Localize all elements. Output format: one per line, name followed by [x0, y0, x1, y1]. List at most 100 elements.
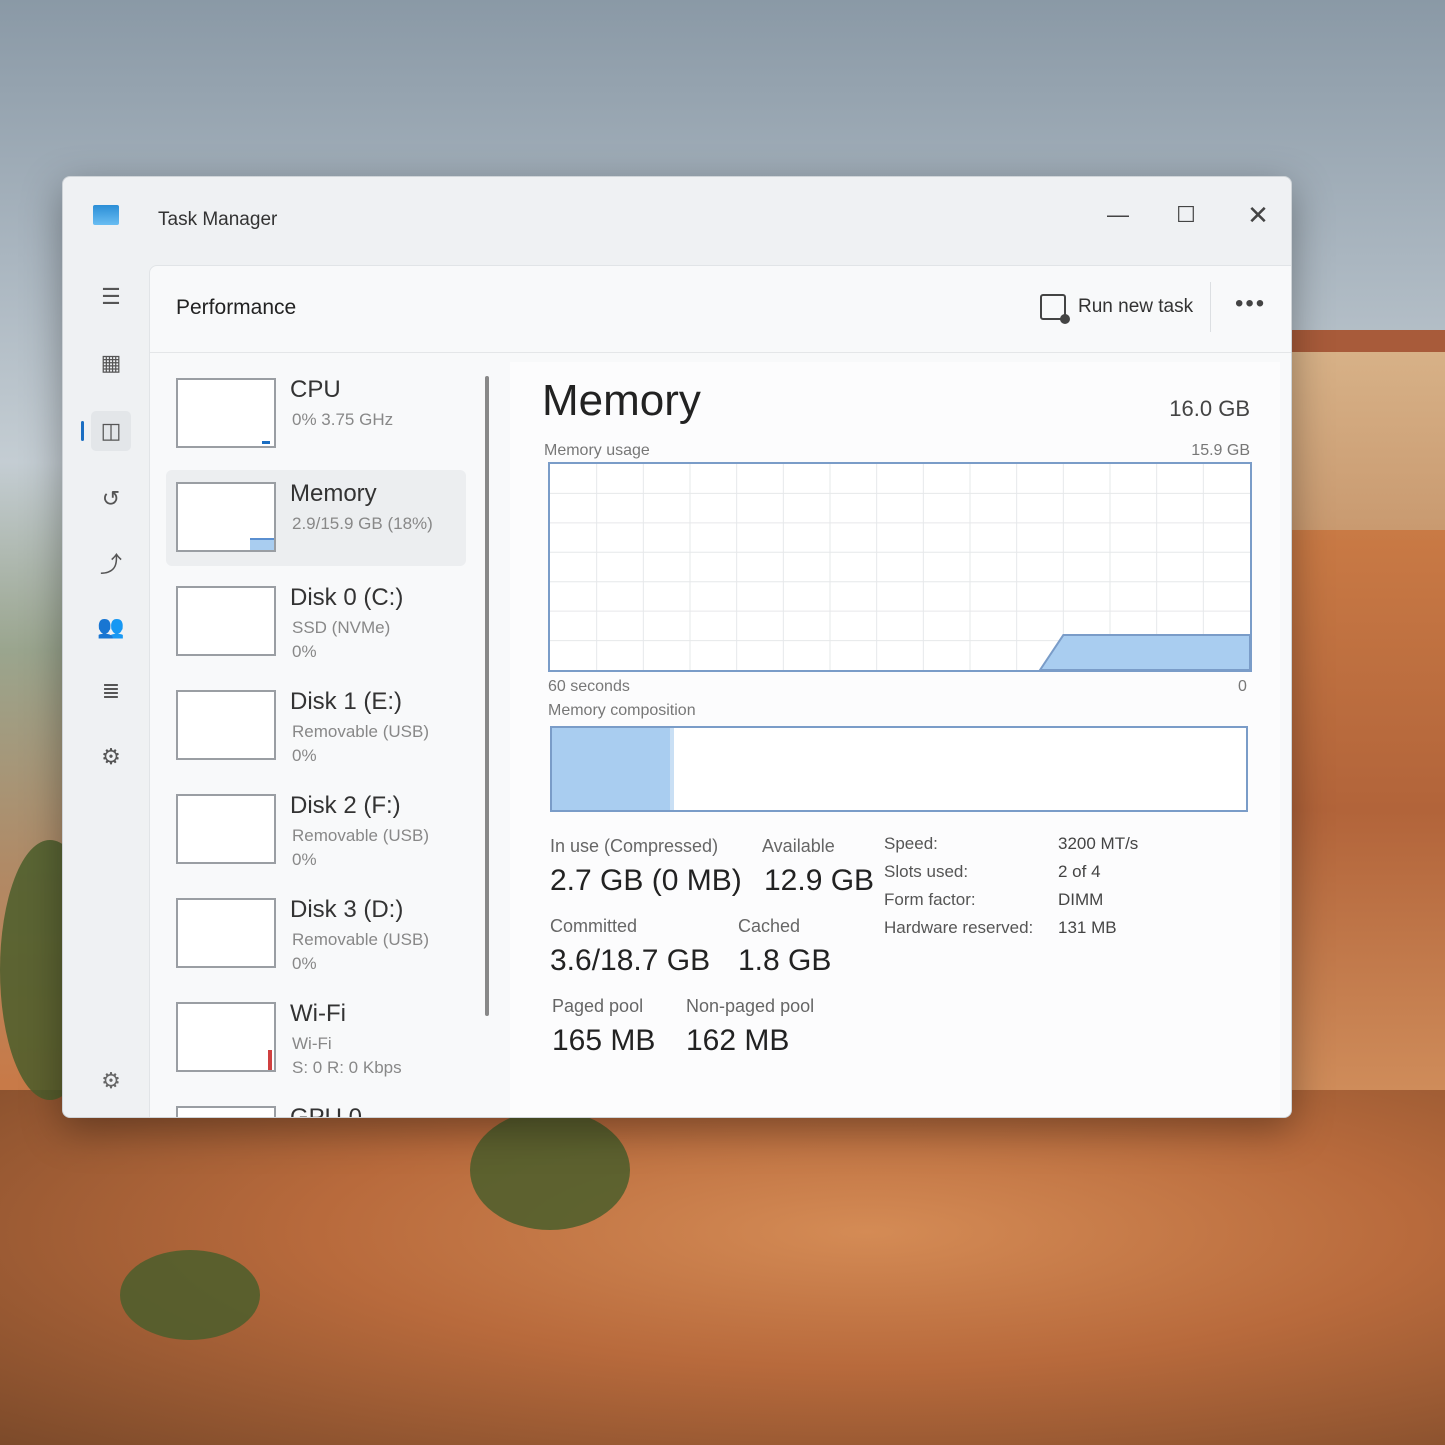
device-thumbnail — [176, 690, 276, 760]
memory-thumb-fill — [250, 538, 274, 550]
page-title: Performance — [176, 296, 297, 319]
paged-pool-label: Paged pool — [552, 996, 644, 1016]
device-subtitle: 0% 3.75 GHz — [292, 408, 393, 432]
device-thumbnail — [176, 794, 276, 864]
property-key: Speed: — [884, 834, 938, 853]
device-subtitle: SSD (NVMe) 0% — [292, 616, 390, 664]
hamburger-icon: ☰ — [101, 284, 121, 309]
device-name: Disk 1 (E:) — [290, 688, 403, 715]
panel-header: Performance Run new task ••• — [150, 266, 1291, 353]
device-subtitle-line: Removable (USB) — [292, 930, 429, 949]
nav-item-details[interactable]: ≣ — [91, 671, 131, 711]
nav-item-processes[interactable]: ▦ — [91, 343, 131, 383]
device-name: CPU — [290, 376, 341, 403]
device-item[interactable]: CPU 0% 3.75 GHz — [166, 366, 466, 462]
nav-settings[interactable]: ⚙ — [91, 1061, 131, 1101]
device-thumbnail — [176, 898, 276, 968]
device-subtitle: Removable (USB) 0% — [292, 824, 429, 872]
maximize-button[interactable]: ☐ — [1166, 195, 1206, 235]
device-subtitle: Wi-Fi S: 0 R: 0 Kbps — [292, 1032, 402, 1080]
users-icon: 👥 — [97, 614, 125, 639]
nav-item-app-history[interactable]: ↺ — [91, 479, 131, 519]
paged-pool-value: 165 MB — [552, 1024, 656, 1057]
device-item[interactable]: Disk 1 (E:) Removable (USB) 0% — [166, 678, 466, 774]
window-title: Task Manager — [158, 209, 278, 230]
minimize-button[interactable]: — — [1098, 195, 1138, 235]
memory-usage-area — [1038, 634, 1250, 670]
more-options-button[interactable]: ••• — [1235, 290, 1266, 318]
device-thumbnail — [176, 1002, 276, 1072]
device-name: Disk 3 (D:) — [290, 896, 404, 923]
device-subtitle: Removable (USB) 0% — [292, 928, 429, 976]
title-bar[interactable]: Task Manager — ☐ ✕ — [63, 177, 1291, 261]
wallpaper-town — [1290, 330, 1445, 530]
non-paged-pool-value: 162 MB — [686, 1024, 790, 1057]
wallpaper-rock — [1285, 530, 1445, 1090]
settings-icon: ⚙ — [101, 1068, 121, 1093]
run-new-task-button[interactable]: Run new task — [1040, 294, 1194, 324]
property-value: 2 of 4 — [1058, 862, 1101, 881]
device-list-scrollbar[interactable] — [485, 376, 489, 1016]
nav-item-services[interactable]: ⚙ — [91, 737, 131, 777]
device-thumbnail — [176, 378, 276, 448]
services-icon: ⚙ — [101, 744, 121, 769]
run-new-task-label: Run new task — [1078, 296, 1194, 317]
memory-composition-bar — [550, 726, 1248, 812]
processes-icon: ▦ — [100, 350, 122, 375]
memory-usage-max: 15.9 GB — [1191, 442, 1250, 459]
close-button[interactable]: ✕ — [1238, 195, 1278, 235]
header-divider — [1210, 282, 1211, 332]
property-key: Form factor: — [884, 890, 976, 909]
property-value: DIMM — [1058, 890, 1104, 909]
startup-apps-icon: ⤴ — [99, 552, 122, 577]
details-icon: ≣ — [101, 678, 121, 703]
composition-standby — [674, 728, 755, 810]
device-list: CPU 0% 3.75 GHz Memory 2.9/15.9 GB (18%) Dis… — [160, 362, 490, 1117]
device-subtitle-line: Removable (USB) — [292, 826, 429, 845]
composition-free — [752, 728, 1246, 810]
device-subtitle: 2.9/15.9 GB (18%) — [292, 512, 433, 536]
performance-icon: ◫ — [100, 418, 122, 443]
device-item[interactable]: Wi-Fi Wi-Fi S: 0 R: 0 Kbps — [166, 990, 466, 1086]
device-thumbnail — [176, 482, 276, 552]
available-value: 12.9 GB — [764, 864, 875, 897]
performance-panel: Performance Run new task ••• CPU 0% 3.75 … — [149, 265, 1291, 1117]
property-key: Hardware reserved: — [884, 918, 1034, 937]
device-item[interactable]: Disk 3 (D:) Removable (USB) 0% — [166, 886, 466, 982]
property-value: 131 MB — [1058, 918, 1117, 937]
device-subtitle-line: 0% — [292, 954, 317, 973]
device-name: Wi-Fi — [290, 1000, 346, 1027]
device-item[interactable]: Disk 2 (F:) Removable (USB) 0% — [166, 782, 466, 878]
maximize-icon: ☐ — [1176, 202, 1196, 227]
device-subtitle-line: S: 0 R: 0 Kbps — [292, 1058, 402, 1077]
property-key: Slots used: — [884, 862, 969, 881]
cached-label: Cached — [738, 916, 801, 936]
device-subtitle-line: 0% 3.75 GHz — [292, 410, 394, 429]
device-name: Disk 0 (C:) — [290, 584, 404, 611]
committed-label: Committed — [550, 916, 638, 936]
device-subtitle-line: 0% — [292, 746, 317, 765]
device-subtitle-line: 0% — [292, 850, 317, 869]
nav-item-hamburger[interactable]: ☰ — [91, 277, 131, 317]
device-thumbnail — [176, 1106, 276, 1117]
nav-item-users[interactable]: 👥 — [91, 607, 131, 647]
non-paged-pool-label: Non-paged pool — [686, 996, 815, 1016]
chart-x-right-label: 0 — [1238, 678, 1247, 695]
device-subtitle-line: 2.9/15.9 GB (18%) — [292, 514, 433, 533]
memory-usage-chart — [548, 462, 1252, 672]
minimize-icon: — — [1107, 202, 1129, 227]
cpu-thumb-mark — [262, 441, 270, 444]
cached-value: 1.8 GB — [738, 944, 832, 977]
available-label: Available — [762, 836, 835, 856]
device-item[interactable]: Disk 0 (C:) SSD (NVMe) 0% — [166, 574, 466, 670]
chart-x-left-label: 60 seconds — [548, 678, 630, 695]
nav-item-performance[interactable]: ◫ — [81, 411, 131, 451]
device-subtitle-line: Wi-Fi — [292, 1034, 332, 1053]
nav-rail: ⚙ ☰ ▦ ◫ ↺ ⤴ 👥 ≣ ⚙ — [63, 261, 149, 1117]
detail-title: Memory — [542, 376, 701, 425]
nav-item-startup-apps[interactable]: ⤴ — [91, 543, 131, 583]
device-item[interactable]: Memory 2.9/15.9 GB (18%) — [166, 470, 466, 566]
in-use-label: In use (Compressed) — [550, 836, 719, 856]
device-item[interactable]: GPU 0 — [166, 1094, 466, 1117]
device-subtitle-line: Removable (USB) — [292, 722, 429, 741]
